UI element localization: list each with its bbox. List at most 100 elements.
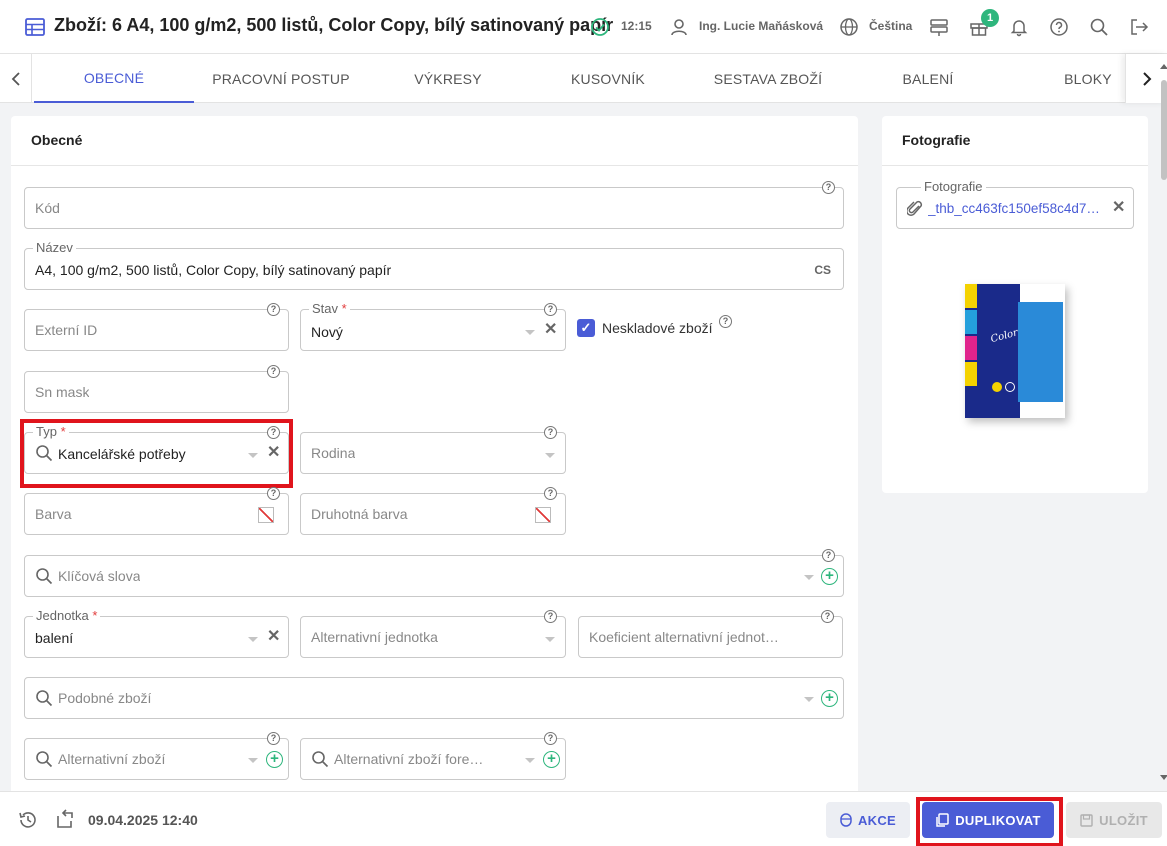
chevron-down-icon[interactable] — [804, 697, 814, 702]
clear-icon[interactable]: ✕ — [544, 322, 557, 338]
tabs-scroll-left-button[interactable] — [0, 54, 32, 103]
help-icon[interactable]: ? — [822, 549, 835, 562]
language-selector[interactable]: Čeština — [869, 19, 912, 33]
bell-icon[interactable] — [1008, 16, 1030, 38]
podobne-zbozi-placeholder: Podobné zboží — [58, 690, 152, 706]
signpost-icon[interactable] — [928, 16, 950, 38]
search-icon[interactable] — [1088, 16, 1110, 38]
help-icon[interactable]: ? — [544, 487, 557, 500]
scrollbar-thumb[interactable] — [1161, 80, 1167, 180]
chevron-down-icon[interactable] — [545, 453, 555, 458]
chevron-down-icon[interactable] — [525, 758, 535, 763]
tab-pracovni-postup[interactable]: PRACOVNÍ POSTUP — [194, 54, 368, 103]
stav-select[interactable]: Stav * Nový ✕ ? — [300, 301, 566, 351]
alt-jednotka-select[interactable]: Alternativní jednotka ? — [300, 610, 566, 658]
druhotna-barva-placeholder: Druhotná barva — [311, 506, 408, 522]
no-color-icon[interactable] — [258, 507, 274, 523]
search-icon — [36, 690, 53, 707]
tab-sestava-zbozi[interactable]: SESTAVA ZBOŽÍ — [688, 54, 848, 103]
kod-field[interactable]: Kód ? — [24, 181, 844, 229]
restore-icon[interactable] — [54, 808, 76, 830]
externi-id-field[interactable]: Externí ID ? — [24, 303, 289, 351]
add-icon[interactable]: + — [266, 751, 283, 768]
photo-heading: Fotografie — [882, 116, 1148, 166]
podobne-zbozi-select[interactable]: Podobné zboží + — [24, 677, 844, 719]
ulozit-button[interactable]: ULOŽIT — [1066, 802, 1162, 838]
table-icon[interactable] — [24, 16, 46, 38]
mouse-icon — [840, 813, 852, 827]
globe-icon[interactable] — [838, 16, 860, 38]
neskladove-label: Neskladové zboží — [602, 320, 713, 336]
scroll-down-arrow-icon[interactable] — [1160, 775, 1167, 781]
nazev-field[interactable]: Název A4, 100 g/m2, 500 listů, Color Cop… — [24, 240, 844, 290]
alt-jednotka-placeholder: Alternativní jednotka — [311, 629, 438, 645]
jednotka-label: Jednotka * — [33, 608, 101, 623]
druhotna-barva-field[interactable]: Druhotná barva ? — [300, 487, 566, 535]
add-icon[interactable]: + — [821, 568, 838, 585]
language-tag[interactable]: CS — [814, 263, 831, 277]
history-icon[interactable] — [18, 810, 38, 830]
help-icon[interactable]: ? — [267, 487, 280, 500]
klicova-slova-placeholder: Klíčová slova — [58, 568, 141, 584]
help-icon[interactable]: ? — [719, 315, 732, 328]
nazev-label: Název — [33, 240, 76, 255]
koeficient-placeholder: Koeficient alternativní jednot… — [589, 629, 779, 645]
koeficient-field[interactable]: Koeficient alternativní jednot… ? — [578, 610, 843, 658]
tab-obecne[interactable]: OBECNÉ — [34, 54, 194, 103]
jednotka-select[interactable]: Jednotka * balení ✕ — [24, 608, 289, 658]
neskladove-checkbox[interactable]: ✓ — [577, 319, 595, 337]
search-icon — [36, 568, 53, 585]
help-icon[interactable]: ? — [544, 610, 557, 623]
add-icon[interactable]: + — [543, 751, 560, 768]
barva-field[interactable]: Barva ? — [24, 487, 289, 535]
tab-kusovnik[interactable]: KUSOVNÍK — [528, 54, 688, 103]
help-icon[interactable]: ? — [821, 610, 834, 623]
header-time: 12:15 — [621, 19, 652, 33]
chevron-down-icon[interactable] — [804, 575, 814, 580]
chevron-left-icon — [11, 71, 20, 86]
help-icon[interactable]: ? — [544, 426, 557, 439]
general-heading: Obecné — [11, 116, 858, 166]
sn-mask-field[interactable]: Sn mask ? — [24, 365, 289, 413]
help-icon[interactable]: ? — [267, 732, 280, 745]
chevron-down-icon[interactable] — [525, 330, 535, 335]
clear-icon[interactable]: ✕ — [1112, 200, 1125, 216]
help-icon[interactable]: ? — [267, 365, 280, 378]
tab-baleni[interactable]: BALENÍ — [848, 54, 1008, 103]
barva-placeholder: Barva — [35, 506, 72, 522]
akce-button[interactable]: AKCE — [826, 802, 910, 838]
photo-field-label: Fotografie — [921, 179, 986, 194]
chevron-right-icon — [1142, 71, 1151, 86]
help-icon[interactable]: ? — [544, 732, 557, 745]
user-name[interactable]: Ing. Lucie Maňásková — [699, 19, 823, 33]
sn-mask-placeholder: Sn mask — [35, 384, 90, 400]
alt-zbozi-fore-placeholder: Alternativní zboží fore… — [334, 751, 484, 767]
chevron-down-icon[interactable] — [545, 637, 555, 642]
klicova-slova-select[interactable]: Klíčová slova + ? — [24, 549, 844, 597]
gift-badge: 1 — [981, 9, 999, 27]
add-icon[interactable]: + — [821, 690, 838, 707]
chevron-down-icon[interactable] — [248, 637, 258, 642]
photo-file-link[interactable]: _thb_cc463fc150ef58c4d7… — [928, 201, 1108, 216]
help-icon[interactable]: ? — [267, 303, 280, 316]
help-icon[interactable] — [1048, 16, 1070, 38]
alt-zbozi-select[interactable]: Alternativní zboží + ? — [24, 732, 289, 780]
search-icon — [36, 751, 53, 768]
alt-zbozi-fore-select[interactable]: Alternativní zboží fore… + ? — [300, 732, 566, 780]
chevron-down-icon[interactable] — [248, 758, 258, 763]
clear-icon[interactable]: ✕ — [267, 629, 280, 645]
paperclip-icon — [907, 200, 923, 216]
scroll-up-arrow-icon[interactable] — [1160, 64, 1167, 70]
jednotka-value: balení — [35, 630, 74, 646]
logout-icon[interactable] — [1128, 16, 1150, 38]
tab-vykresy[interactable]: VÝKRESY — [368, 54, 528, 103]
no-color-icon[interactable] — [535, 507, 551, 523]
photo-field[interactable]: Fotografie _thb_cc463fc150ef58c4d7… ✕ — [896, 179, 1134, 229]
rodina-select[interactable]: Rodina ? — [300, 426, 566, 474]
help-icon[interactable]: ? — [822, 181, 835, 194]
nazev-value: A4, 100 g/m2, 500 listů, Color Copy, bíl… — [35, 262, 392, 278]
help-icon[interactable]: ? — [544, 303, 557, 316]
search-icon — [312, 751, 329, 768]
user-icon[interactable] — [668, 16, 690, 38]
duplikovat-highlight — [916, 797, 1063, 846]
